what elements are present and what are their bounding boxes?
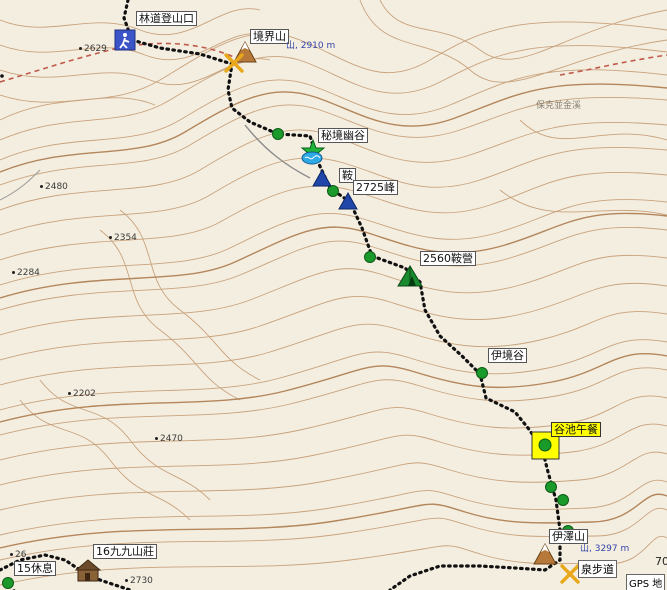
waypoint-dot-icon — [272, 128, 284, 140]
waypoint-dot-icon — [364, 251, 376, 263]
mountain-icon[interactable] — [533, 542, 557, 565]
label-camp-2560: 2560鞍營 — [420, 251, 476, 266]
waypoint-dot-icon — [327, 185, 339, 197]
tent-icon[interactable] — [397, 265, 423, 287]
elevation-26: 26 — [10, 550, 26, 560]
elevation-2730: 2730 — [125, 576, 153, 586]
index-contours — [0, 83, 667, 549]
label-jingjie-shan: 境界山 — [250, 29, 289, 44]
gps-readout: GPS 地 — [626, 574, 666, 590]
elevation-2354: 2354 — [109, 233, 137, 243]
yize-altitude: 山, 3297 m — [580, 544, 630, 554]
label-trail-name: 泉步道 — [578, 560, 617, 578]
jingjie-altitude: 山, 2910 m — [286, 41, 336, 51]
label-mijing-yougu: 秘境幽谷 — [318, 128, 368, 143]
hiker-icon[interactable] — [114, 29, 136, 51]
label-trailhead: 林道登山口 — [136, 11, 197, 26]
water-icon[interactable] — [301, 151, 323, 165]
triangle-icon[interactable] — [312, 168, 332, 187]
elevation-2284: 2284 — [12, 268, 40, 278]
waypoint-dot-icon — [545, 481, 557, 493]
label-yijing-gu: 伊境谷 — [488, 348, 527, 363]
label-jiujiu-shanzhuang: 16九九山莊 — [93, 544, 157, 559]
label-rest-15: 15休息 — [14, 561, 56, 576]
map-canvas — [0, 0, 667, 590]
label-guchi-lunch: 谷池午餐 — [551, 422, 601, 437]
road-dashed-east — [559, 54, 667, 76]
elevation-2480: 2480 — [40, 182, 68, 192]
elevation-2202: 2202 — [68, 389, 96, 399]
scale-number: 70 — [655, 555, 667, 568]
elevation-2629: 2629 — [79, 44, 107, 54]
crossed-tools-icon[interactable] — [560, 564, 580, 584]
waypoint-dot-icon — [2, 577, 14, 589]
cabin-icon[interactable] — [74, 559, 102, 582]
topographic-map[interactable]: 林道登山口 境界山 山, 2910 m 秘境幽谷 鞍 2725峰 2560鞍營 … — [0, 0, 667, 590]
elevation-2470: 2470 — [155, 434, 183, 444]
place-name-top-right: 保克並金溪 — [536, 101, 582, 111]
label-peak-2725: 2725峰 — [353, 180, 398, 195]
waypoint-dot-icon — [538, 438, 552, 452]
waypoint-dot-icon — [476, 367, 488, 379]
waypoint-dot-icon — [557, 494, 569, 506]
